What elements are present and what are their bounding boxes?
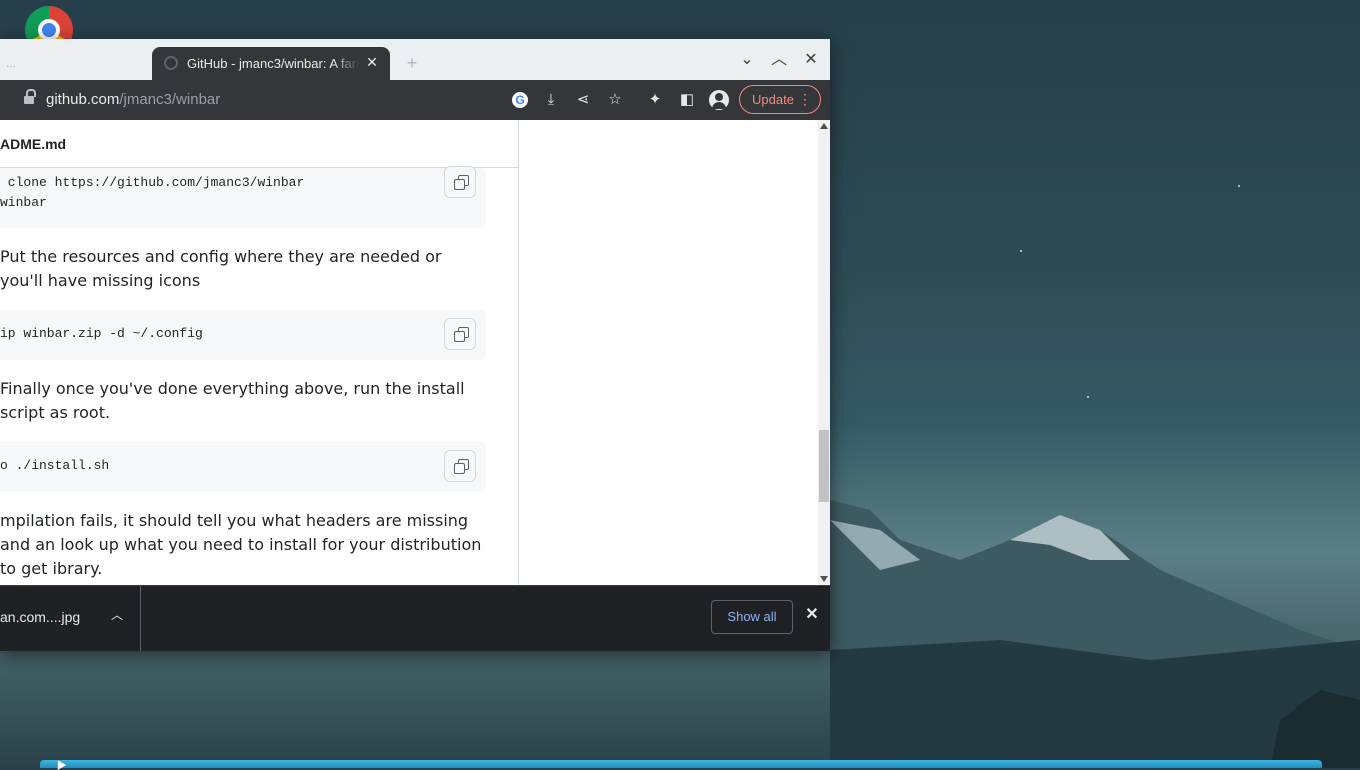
url-text[interactable]: github.com/jmanc3/winbar: [46, 91, 220, 108]
chevron-down-icon[interactable]: ⌄: [737, 50, 757, 70]
extensions-icon[interactable]: ✦: [643, 88, 667, 112]
code-line: o ./install.sh: [0, 458, 110, 473]
side-panel-icon[interactable]: ◧: [675, 88, 699, 112]
tab-strip: ... GitHub - jmanc3/winbar: A fan ✕ + ⌄ …: [0, 39, 830, 80]
copy-icon: [454, 459, 469, 474]
code-line: winbar: [0, 195, 47, 210]
copy-button[interactable]: [444, 166, 476, 198]
share-icon[interactable]: ⋖: [571, 88, 595, 112]
close-window-icon[interactable]: ✕: [801, 50, 821, 70]
scroll-down-arrow[interactable]: [820, 576, 828, 582]
browser-window: ... GitHub - jmanc3/winbar: A fan ✕ + ⌄ …: [0, 39, 830, 651]
lock-icon[interactable]: [24, 89, 36, 105]
github-favicon: [164, 56, 178, 70]
star-icon[interactable]: ☆: [603, 88, 627, 112]
code-block-clone: clone https://github.com/jmanc3/winbar w…: [0, 166, 486, 228]
page-content: ADME.md clone https://github.com/jmanc3/…: [0, 120, 818, 585]
more-icon[interactable]: ⋮: [798, 86, 812, 113]
chevron-up-icon[interactable]: ︿: [110, 608, 124, 622]
update-label: Update: [752, 92, 794, 107]
toolbar: github.com/jmanc3/winbar G ⤓ ⋖ ☆ ✦ ◧ Upd…: [0, 80, 830, 120]
taskbar[interactable]: [40, 760, 1322, 768]
paragraph-install: Finally once you've done everything abov…: [0, 379, 465, 422]
scroll-up-arrow[interactable]: [820, 123, 828, 129]
profile-icon[interactable]: [709, 90, 729, 110]
address-bar[interactable]: github.com/jmanc3/winbar: [0, 85, 500, 115]
download-item[interactable]: an.com....jpg ︿: [0, 586, 141, 651]
tab-title: GitHub - jmanc3/winbar: A fan: [187, 56, 359, 71]
copy-button[interactable]: [444, 450, 476, 482]
copy-icon: [454, 327, 469, 342]
code-block-unzip: ip winbar.zip -d ~/.config: [0, 310, 486, 360]
plus-icon[interactable]: +: [402, 53, 422, 73]
install-icon[interactable]: ⤓: [539, 88, 563, 112]
readme-filename: ADME.md: [0, 120, 518, 168]
paragraph-compilation: mpilation fails, it should tell you what…: [0, 511, 482, 578]
copy-icon: [454, 175, 469, 190]
tab-github-winbar[interactable]: GitHub - jmanc3/winbar: A fan ✕: [152, 47, 390, 80]
copy-button[interactable]: [444, 318, 476, 350]
sidebar-divider: [518, 120, 519, 585]
minimize-icon[interactable]: ︿: [769, 50, 789, 70]
scrollbar-thumb[interactable]: [819, 430, 829, 502]
page-scrollbar[interactable]: [818, 120, 830, 585]
code-line: ip winbar.zip -d ~/.config: [0, 326, 203, 341]
paragraph-resources: Put the resources and config where they …: [0, 247, 442, 290]
download-filename: an.com....jpg: [0, 609, 81, 625]
code-line: clone https://github.com/jmanc3/winbar: [0, 175, 305, 190]
google-icon[interactable]: G: [512, 92, 528, 108]
tab-background[interactable]: ...: [0, 47, 150, 80]
close-icon[interactable]: ✕: [364, 54, 380, 70]
code-block-install: o ./install.sh: [0, 441, 486, 492]
show-all-button[interactable]: Show all: [711, 600, 793, 634]
update-button[interactable]: Update ⋮: [739, 85, 821, 114]
close-icon[interactable]: ✕: [803, 606, 821, 624]
download-bar: an.com....jpg ︿ Show all ✕: [0, 585, 830, 651]
